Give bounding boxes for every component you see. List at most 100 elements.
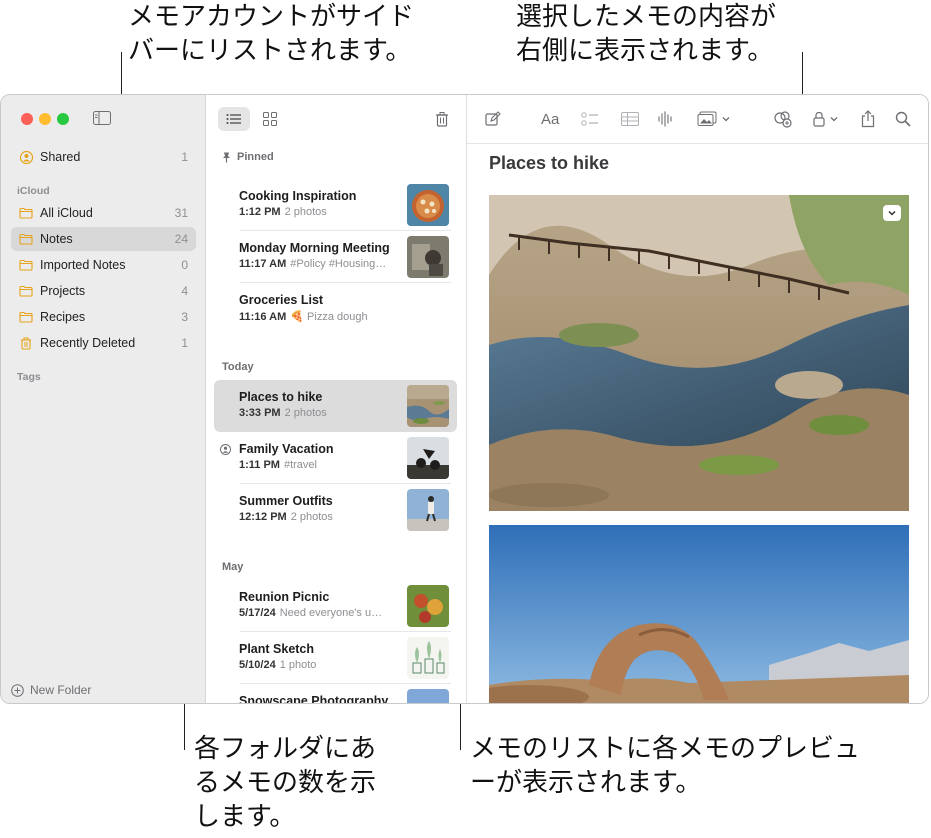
- note-time: 5/17/24: [239, 607, 276, 619]
- note-title: Summer Outfits: [239, 494, 333, 508]
- checklist-button[interactable]: [581, 109, 599, 129]
- audio-button[interactable]: [657, 109, 675, 129]
- group-label-text: Pinned: [237, 151, 274, 163]
- note-thumbnail-meeting: [407, 236, 449, 278]
- share-icon: [861, 110, 875, 128]
- close-window-button[interactable]: [21, 113, 33, 125]
- note-item-groceries-list[interactable]: Groceries List 11:16 AM 🍕 Pizza dough: [214, 283, 457, 335]
- note-preview: 1 photo: [279, 659, 317, 671]
- note-preview: #Policy #Housing…: [290, 258, 387, 270]
- note-item-monday-morning-meeting[interactable]: Monday Morning Meeting 11:17 AM #Policy #…: [214, 231, 457, 283]
- plus-circle-icon: [11, 683, 24, 697]
- format-button[interactable]: Aa: [541, 109, 559, 129]
- sidebar-toggle-icon[interactable]: [93, 111, 111, 125]
- note-item-cooking-inspiration[interactable]: Cooking Inspiration 1:12 PM 2 photos: [214, 179, 457, 231]
- sidebar-item-all-icloud[interactable]: All iCloud 31: [11, 201, 196, 225]
- note-meta: 1:11 PM #travel: [239, 459, 404, 471]
- waveform-icon: [658, 111, 672, 127]
- checklist-icon: [581, 112, 598, 126]
- collaborate-button[interactable]: [773, 109, 793, 129]
- chevron-down-icon: [830, 117, 838, 122]
- note-item-plant-sketch[interactable]: Plant Sketch 5/10/24 1 photo: [214, 632, 457, 684]
- folder-icon: [19, 310, 33, 324]
- callout-folder-counts: 各フォルダにあ るメモの数を示 します。: [194, 734, 377, 832]
- note-thumbnail-pizza: [407, 184, 449, 226]
- shared-person-icon: [220, 444, 231, 455]
- folder-icon: [19, 258, 33, 272]
- sidebar-item-label: Imported Notes: [40, 258, 126, 272]
- sidebar-item-count: 3: [181, 310, 188, 324]
- note-thumbnail-snowscape: [407, 689, 449, 703]
- table-button[interactable]: [621, 109, 639, 129]
- note-preview: 2 photos: [284, 206, 327, 218]
- media-button[interactable]: [697, 109, 731, 129]
- note-time: 5/10/24: [239, 659, 276, 671]
- note-item-snowscape-photography[interactable]: Snowscape Photography: [214, 684, 457, 703]
- zoom-window-button[interactable]: [57, 113, 69, 125]
- minimize-window-button[interactable]: [39, 113, 51, 125]
- note-preview: #travel: [283, 459, 317, 471]
- note-meta: 5/17/24 Need everyone's u…: [239, 607, 404, 619]
- note-item-summer-outfits[interactable]: Summer Outfits 12:12 PM 2 photos: [214, 484, 457, 536]
- note-title: Cooking Inspiration: [239, 189, 357, 203]
- note-thumbnail-plant: [407, 637, 449, 679]
- sidebar-item-label: Notes: [40, 232, 73, 246]
- note-meta: 12:12 PM 2 photos: [239, 511, 404, 523]
- group-may: May: [222, 561, 243, 573]
- sidebar-item-recently-deleted[interactable]: Recently Deleted 1: [11, 331, 196, 355]
- note-title: Places to hike: [239, 390, 323, 404]
- note-meta: 11:16 AM 🍕 Pizza dough: [239, 310, 404, 323]
- delete-note-button[interactable]: [426, 107, 458, 131]
- compose-icon: [485, 111, 501, 126]
- note-list: Pinned Cooking Inspiration 1:12 PM 2 phot…: [206, 95, 467, 703]
- share-button[interactable]: [861, 109, 875, 129]
- sidebar-item-count: 4: [181, 284, 188, 298]
- sidebar-item-recipes[interactable]: Recipes 3: [11, 305, 196, 329]
- gallery-view-button[interactable]: [254, 107, 286, 131]
- group-label-text: May: [222, 561, 244, 573]
- note-preview: 🍕 Pizza dough: [290, 311, 368, 323]
- note-time: 1:11 PM: [239, 459, 280, 471]
- note-time: 11:17 AM: [239, 258, 287, 270]
- folder-icon: [19, 206, 33, 220]
- sidebar-item-imported-notes[interactable]: Imported Notes 0: [11, 253, 196, 277]
- trash-icon: [436, 112, 448, 127]
- hike-photo-arch[interactable]: [489, 525, 909, 703]
- search-icon: [895, 111, 911, 127]
- note-item-family-vacation[interactable]: Family Vacation 1:11 PM #travel: [214, 432, 457, 484]
- sidebar-item-shared[interactable]: Shared 1: [11, 145, 196, 169]
- new-folder-button[interactable]: New Folder: [11, 683, 91, 697]
- sidebar-item-notes[interactable]: Notes 24: [11, 227, 196, 251]
- note-title: Family Vacation: [239, 442, 334, 456]
- sidebar-item-projects[interactable]: Projects 4: [11, 279, 196, 303]
- group-label-text: Today: [222, 361, 254, 373]
- sidebar-item-label: Shared: [40, 150, 81, 164]
- editor-toolbar: Aa: [467, 95, 928, 144]
- hike-photo-creek[interactable]: [489, 195, 909, 511]
- compose-button[interactable]: [485, 109, 501, 129]
- folder-icon: [19, 284, 33, 298]
- group-today: Today: [222, 361, 254, 373]
- note-editor: Aa Places to hike: [467, 95, 928, 703]
- callout-note-preview: メモのリストに各メモのプレビュ ーが表示されます。: [470, 734, 861, 798]
- tags-section-header: Tags: [17, 371, 41, 383]
- photo-options-button[interactable]: [883, 205, 901, 221]
- sidebar-item-label: Recipes: [40, 310, 86, 324]
- note-meta: 1:12 PM 2 photos: [239, 206, 404, 218]
- photo-icon: [697, 111, 717, 126]
- sidebar-item-count: 0: [181, 258, 188, 272]
- sidebar-item-label: All iCloud: [40, 206, 93, 220]
- list-view-button[interactable]: [218, 107, 250, 131]
- lock-button[interactable]: [813, 109, 839, 129]
- note-time: 11:16 AM: [239, 311, 287, 323]
- note-time: 12:12 PM: [239, 511, 287, 523]
- table-icon: [621, 112, 639, 126]
- note-item-reunion-picnic[interactable]: Reunion Picnic 5/17/24 Need everyone's u…: [214, 580, 457, 632]
- note-thumbnail-picnic: [407, 585, 449, 627]
- note-title: Groceries List: [239, 293, 324, 307]
- search-button[interactable]: [895, 109, 911, 129]
- callout-sidebar: メモアカウントがサイド バーにリストされます。: [128, 2, 415, 66]
- note-thumbnail-vacation: [407, 437, 449, 479]
- note-title: Snowscape Photography: [239, 694, 389, 703]
- note-item-places-to-hike[interactable]: Places to hike 3:33 PM 2 photos: [214, 380, 457, 432]
